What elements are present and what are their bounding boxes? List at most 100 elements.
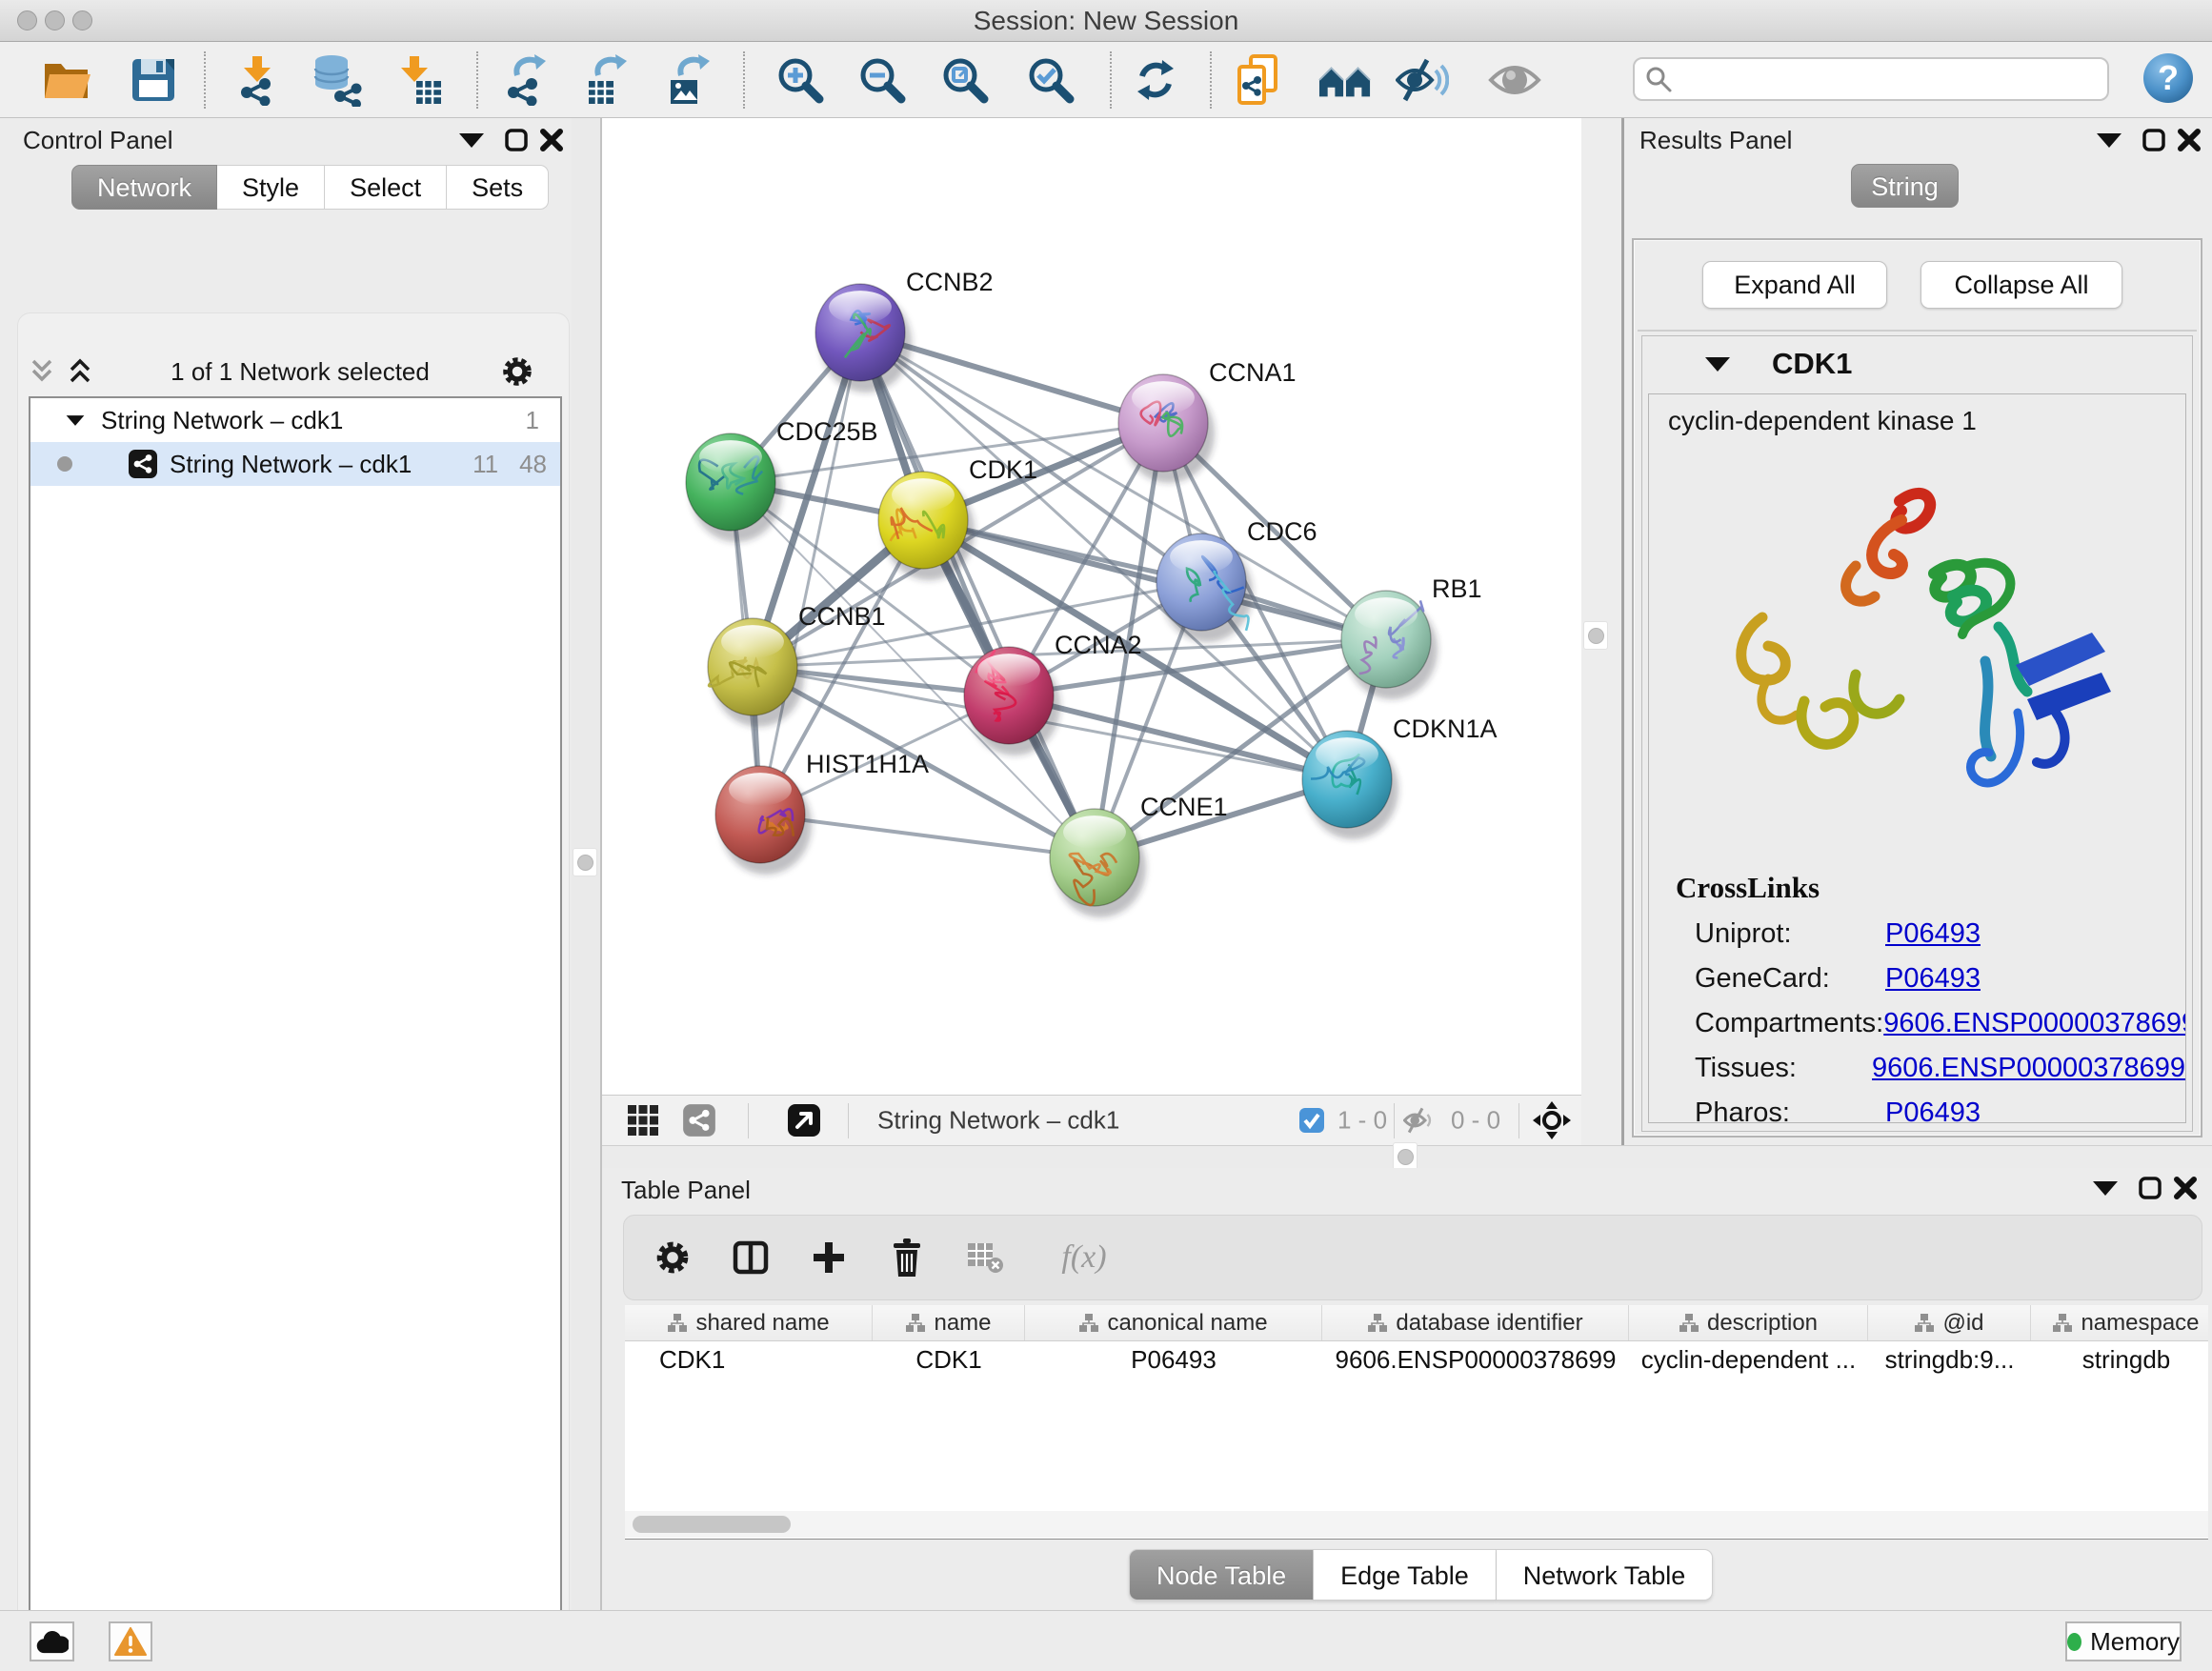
table-panel-float-button[interactable] [2134,1174,2166,1202]
network-edge[interactable] [760,332,860,815]
network-canvas[interactable]: CCNB2CCNA1CDC25BCDK1CDC6RB1CCNB1CCNA2CDK… [602,118,1581,1095]
pan-mode-button[interactable] [1533,1101,1571,1139]
add-column-button[interactable] [807,1236,851,1279]
network-node-CDC25B[interactable]: CDC25B [686,417,878,542]
memory-button[interactable]: Memory [2065,1621,2182,1661]
column-header-@id[interactable]: @id [1868,1305,2031,1340]
crosslink-row: GeneCard:P06493 [1695,963,2185,995]
open-session-button[interactable] [40,53,93,107]
zoom-in-button[interactable] [774,53,827,107]
hide-selected-button[interactable] [1396,53,1449,107]
network-node-HIST1H1A[interactable]: HIST1H1A [715,750,929,875]
delete-table-button[interactable] [963,1236,1007,1279]
table-panel-close-button[interactable] [2169,1174,2202,1202]
column-header-namespace[interactable]: namespace [2031,1305,2208,1340]
network-node-CDC6[interactable]: CDC6 [1156,517,1317,642]
tree-expand-icon[interactable] [67,415,85,426]
control-panel-float-button[interactable] [500,126,533,154]
network-node-CDKN1A[interactable]: CDKN1A [1302,715,1498,839]
column-header-canonical-name[interactable]: canonical name [1025,1305,1322,1340]
tab-node-table[interactable]: Node Table [1129,1549,1314,1601]
tab-sets[interactable]: Sets [447,165,549,210]
crosslink-value-link[interactable]: P06493 [1885,963,1981,995]
selected-checkbox[interactable] [1298,1107,1325,1134]
apply-layout-button[interactable] [1129,53,1182,107]
control-panel-close-button[interactable] [535,126,568,154]
grid-view-button[interactable] [626,1103,660,1137]
gene-section-header[interactable]: CDK1 [1642,336,2192,392]
crosslink-value-link[interactable]: 9606.ENSP00000378699 [1872,1053,2185,1084]
results-panel-float-button[interactable] [2138,126,2170,154]
gear-icon[interactable] [499,353,535,390]
network-view[interactable]: CCNB2CCNA1CDC25BCDK1CDC6RB1CCNB1CCNA2CDK… [602,118,1581,1145]
table-settings-button[interactable] [651,1236,694,1279]
network-node-RB1[interactable]: RB1 [1341,574,1482,699]
warnings-button[interactable] [109,1621,152,1661]
tab-network-table[interactable]: Network Table [1497,1549,1714,1601]
zoom-selected-button[interactable] [1024,53,1077,107]
birds-eye-view-button[interactable] [787,1103,821,1137]
scrollbar-thumb[interactable] [633,1516,791,1533]
tab-edge-table[interactable]: Edge Table [1314,1549,1497,1601]
column-header-database-identifier[interactable]: database identifier [1322,1305,1629,1340]
tab-string[interactable]: String [1851,164,1959,208]
export-network-button[interactable] [499,53,553,107]
show-all-button[interactable] [1488,53,1541,107]
column-header-name[interactable]: name [873,1305,1025,1340]
right-splitter[interactable] [1581,118,1624,1145]
gene-description: cyclin-dependent kinase 1 [1668,406,2185,436]
left-splitter[interactable] [572,118,602,1610]
delete-column-button[interactable] [885,1236,929,1279]
node-label: CDKN1A [1393,715,1498,743]
network-node-CCNE1[interactable]: CCNE1 [1050,793,1228,917]
left-splitter-handle[interactable] [573,848,597,876]
crosslink-label: Compartments: [1695,1008,1883,1039]
crosslink-value-link[interactable]: 9606.ENSP00000378699 [1883,1008,2186,1039]
columns-icon [732,1238,770,1277]
column-header-description[interactable]: description [1629,1305,1868,1340]
crosslink-value-link[interactable]: P06493 [1885,1097,1981,1123]
import-table-button[interactable] [392,53,446,107]
tab-style[interactable]: Style [217,165,325,210]
results-panel-menu-button[interactable] [2093,126,2125,154]
export-image-button[interactable] [663,53,716,107]
zoom-fit-button[interactable] [938,53,992,107]
new-network-from-selection-button[interactable] [1233,53,1286,107]
control-panel-menu-button[interactable] [455,126,488,154]
horizontal-splitter[interactable] [602,1145,2212,1168]
table-row[interactable]: CDK1CDK1P064939606.ENSP00000378699cyclin… [625,1341,2208,1378]
network-edge[interactable] [860,332,1095,857]
collapse-all-chevrons-icon[interactable] [29,357,63,386]
table-panel-menu-button[interactable] [2089,1174,2122,1202]
section-collapse-icon[interactable] [1705,357,1730,372]
table-cell: CDK1 [873,1341,1025,1378]
layout-refresh-icon [1131,55,1180,105]
collapse-all-button[interactable]: Collapse All [1920,261,2122,309]
cloud-status-button[interactable] [30,1621,74,1661]
right-splitter-handle[interactable] [1583,621,1608,650]
export-table-button[interactable] [580,53,633,107]
expand-all-chevrons-icon[interactable] [67,357,101,386]
results-panel-close-button[interactable] [2173,126,2205,154]
network-node-CCNB1[interactable]: CCNB1 [708,602,886,727]
zoom-out-button[interactable] [855,53,909,107]
search-input[interactable] [1680,64,2098,95]
show-columns-button[interactable] [729,1236,773,1279]
save-session-button[interactable] [127,53,180,107]
column-header-shared-name[interactable]: shared name [625,1305,873,1340]
import-network-database-button[interactable] [309,53,362,107]
import-network-file-button[interactable] [231,53,284,107]
string-view-button[interactable] [682,1103,716,1137]
network-node-CDK1[interactable]: CDK1 [878,455,1037,580]
help-button[interactable]: ? [2142,51,2195,105]
function-builder-button[interactable]: f(x) [1041,1236,1127,1279]
expand-all-button[interactable]: Expand All [1702,261,1887,309]
horizontal-splitter-handle[interactable] [1393,1142,1418,1171]
first-neighbors-button[interactable] [1318,53,1372,107]
network-collection-row[interactable]: String Network – cdk1 1 [30,398,560,442]
tab-select[interactable]: Select [325,165,447,210]
table-horizontal-scrollbar[interactable] [625,1511,2208,1538]
tab-network[interactable]: Network [71,165,217,210]
crosslink-value-link[interactable]: P06493 [1885,918,1981,950]
network-row[interactable]: String Network – cdk1 11 48 [30,442,560,486]
